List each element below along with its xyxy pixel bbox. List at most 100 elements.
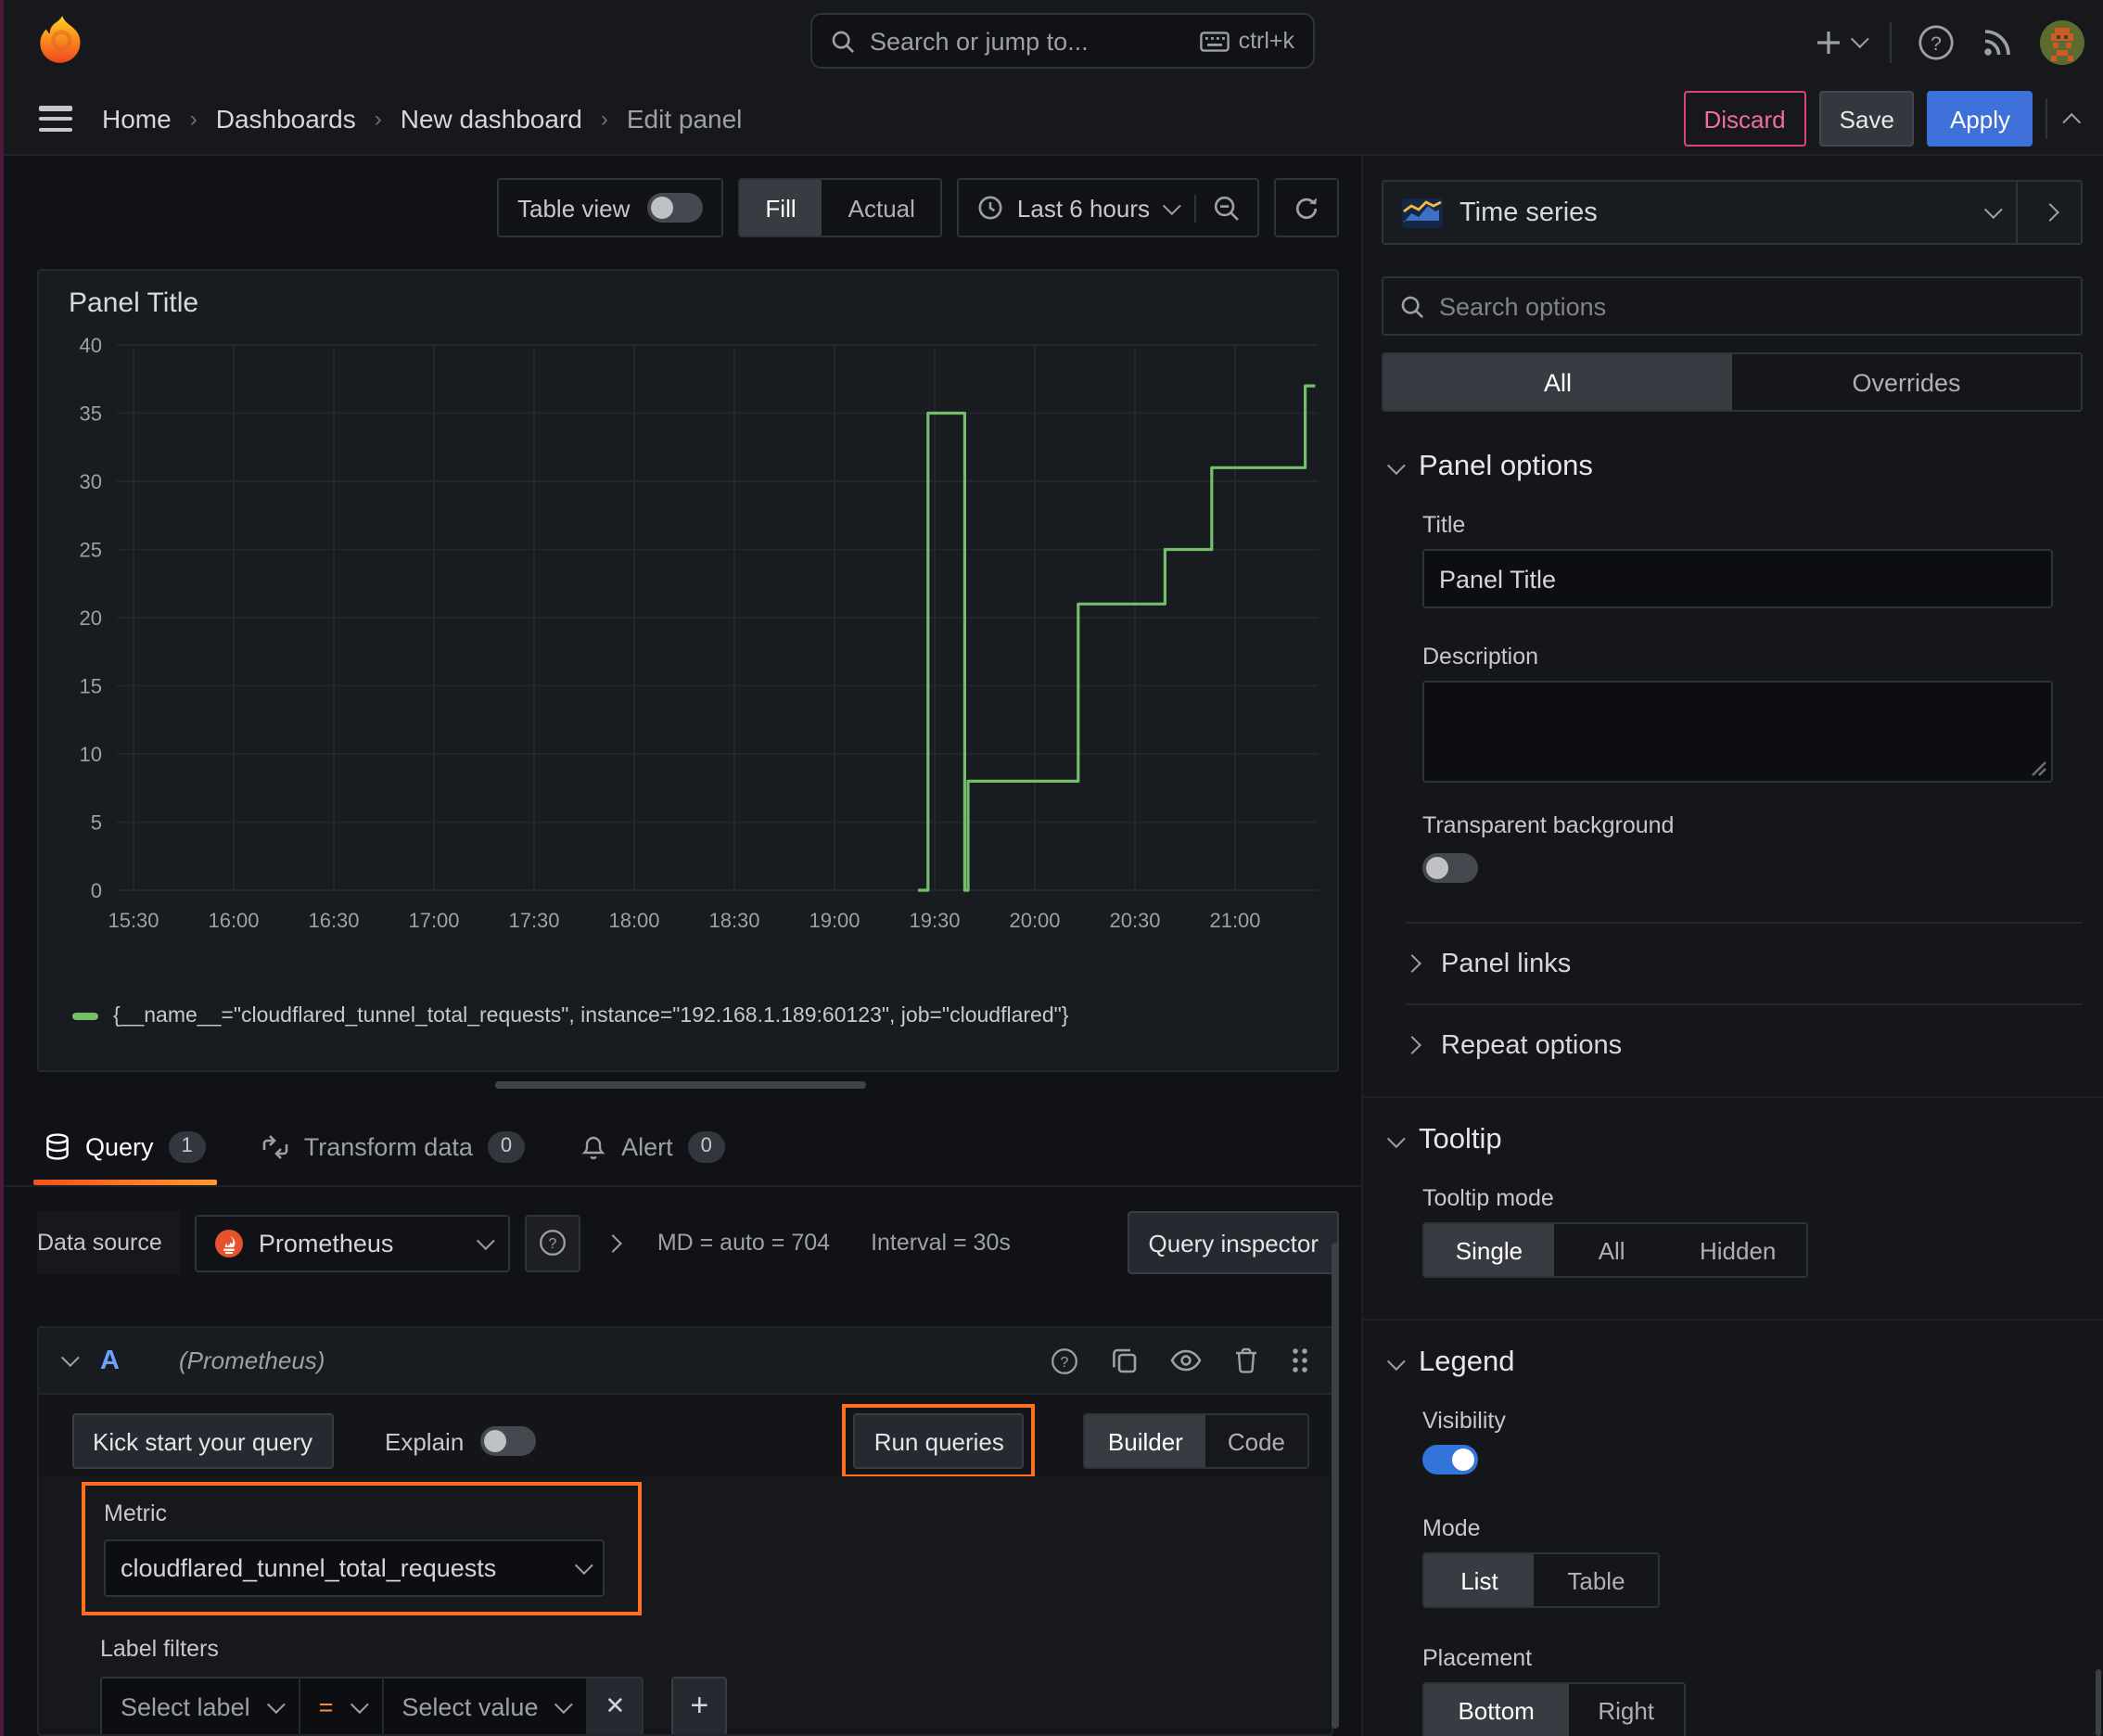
new-menu-button[interactable] [1816,29,1869,55]
tooltip-mode-all[interactable]: All [1554,1224,1670,1276]
legend-placement-right[interactable]: Right [1568,1684,1684,1736]
svg-text:35: 35 [80,402,102,426]
database-icon [46,1132,69,1159]
pane-resize-handle[interactable] [495,1081,866,1089]
duplicate-query-icon[interactable] [1111,1347,1139,1374]
table-view-label: Table view [517,194,631,222]
legend-placement-segmented: Bottom Right [1422,1682,1686,1736]
table-view-toggle[interactable]: Table view [497,178,723,237]
breadcrumb-home[interactable]: Home [102,104,172,134]
select-value-dropdown[interactable]: Select value [383,1679,589,1734]
news-rss-button[interactable] [1981,25,2014,58]
divider [2046,98,2047,139]
legend-visibility-switch[interactable] [1422,1445,1478,1474]
add-filter-button[interactable]: + [671,1677,728,1734]
legend-placement-label: Placement [1422,1645,1533,1671]
code-option[interactable]: Code [1205,1415,1307,1467]
kick-start-query-button[interactable]: Kick start your query [72,1413,333,1469]
table-view-switch[interactable] [646,193,703,223]
explain-switch[interactable] [480,1426,537,1456]
query-builder-body: Metric cloudflared_tunnel_total_requests… [41,1476,1330,1734]
svg-text:16:30: 16:30 [308,909,359,932]
svg-text:25: 25 [80,539,102,562]
delete-query-trash-icon[interactable] [1233,1347,1259,1374]
help-button[interactable]: ? [1918,23,1955,60]
expand-options-chevron[interactable] [604,1233,623,1252]
tab-query[interactable]: Query 1 [33,1107,217,1185]
collapse-header-button[interactable] [2062,111,2082,131]
discard-button[interactable]: Discard [1683,91,1806,147]
run-queries-button[interactable]: Run queries [853,1413,1025,1469]
transparent-background-switch[interactable] [1422,853,1478,883]
panel-title-input[interactable]: Panel Title [1422,549,2053,608]
tab-transform-data[interactable]: Transform data 0 [250,1107,536,1185]
main-scrollbar-thumb[interactable] [1332,1243,1338,1729]
transform-count-badge: 0 [487,1130,526,1162]
tab-alert[interactable]: Alert 0 [569,1107,736,1185]
chevron-down-icon [574,1556,593,1576]
save-button[interactable]: Save [1818,91,1915,147]
collapse-query-chevron[interactable] [60,1348,80,1368]
metric-select[interactable]: cloudflared_tunnel_total_requests [104,1539,605,1597]
datasource-picker[interactable]: Prometheus [195,1214,511,1271]
refresh-button[interactable] [1274,178,1339,237]
query-row-header[interactable]: A (Prometheus) ? [39,1328,1332,1395]
menu-toggle-button[interactable] [39,106,72,132]
disable-query-eye-icon[interactable] [1170,1348,1202,1372]
series-legend-label[interactable]: {__name__="cloudflared_tunnel_total_requ… [113,1005,1068,1028]
panel-options-section-header[interactable]: Panel options [1386,451,2083,484]
tooltip-mode-hidden[interactable]: Hidden [1669,1224,1806,1276]
remove-filter-button[interactable]: ✕ [588,1679,643,1734]
plus-icon [1817,31,1840,53]
description-textarea[interactable] [1422,681,2053,783]
tooltip-mode-single[interactable]: Single [1424,1224,1554,1276]
breadcrumb-dashboards[interactable]: Dashboards [216,104,356,134]
search-icon [1401,295,1424,318]
description-label: Description [1422,644,1539,670]
legend-mode-list[interactable]: List [1424,1554,1535,1606]
options-scrollbar-thumb[interactable] [2095,1669,2101,1736]
legend-placement-bottom[interactable]: Bottom [1424,1684,1569,1736]
apply-button[interactable]: Apply [1927,91,2033,147]
repeat-options-section[interactable]: Repeat options [1403,1005,2083,1085]
query-options-summary[interactable]: MD = auto = 704 Interval = 30s [657,1230,1011,1256]
time-range-picker: Last 6 hours [957,178,1259,237]
datasource-label: Data source [37,1211,181,1274]
options-search-placeholder: Search options [1439,292,1607,320]
tab-overrides[interactable]: Overrides [1732,354,2081,410]
visualization-select[interactable]: Time series [1383,182,2016,243]
explain-label: Explain [385,1427,465,1455]
datasource-help-button[interactable]: ? [525,1214,581,1271]
fill-option[interactable]: Fill [739,180,822,236]
breadcrumb-new-dashboard[interactable]: New dashboard [401,104,582,134]
toggle-pane-button[interactable] [2016,182,2081,243]
operator-dropdown[interactable]: = [300,1679,384,1734]
drag-query-grip-icon[interactable] [1291,1347,1309,1374]
svg-text:15:30: 15:30 [108,909,159,932]
prometheus-icon [215,1229,244,1257]
legend-section-header[interactable]: Legend [1386,1347,2083,1380]
options-search-input[interactable]: Search options [1382,276,2083,336]
select-label-dropdown[interactable]: Select label [102,1679,300,1734]
query-help-icon[interactable]: ? [1050,1346,1079,1375]
tab-all[interactable]: All [1383,354,1732,410]
zoom-out-time-button[interactable] [1194,194,1257,222]
query-inspector-button[interactable]: Query inspector [1128,1211,1339,1274]
global-search-input[interactable]: Search or jump to... ctrl+k [810,13,1315,69]
user-avatar[interactable] [2040,19,2084,64]
svg-text:16:00: 16:00 [208,909,259,932]
time-range-button[interactable]: Last 6 hours [960,180,1194,236]
grafana-logo-icon[interactable] [37,15,85,67]
panel-links-section[interactable]: Panel links [1403,924,2083,1003]
alert-count-badge: 0 [687,1130,725,1162]
explain-toggle[interactable]: Explain [385,1426,537,1456]
builder-option[interactable]: Builder [1085,1415,1205,1467]
tooltip-section-header[interactable]: Tooltip [1386,1124,2083,1157]
legend-mode-table[interactable]: Table [1535,1554,1658,1606]
timeseries-chart[interactable]: 0 5 10 15 20 25 30 35 40 15:30 16:00 16:30 17:00 17:3… [50,330,1330,1003]
actual-option[interactable]: Actual [822,180,941,236]
chart-legend[interactable]: {__name__="cloudflared_tunnel_total_requ… [72,1005,1068,1028]
panel-title: Panel Title [69,287,199,319]
svg-text:15: 15 [80,675,102,698]
resize-handle-icon[interactable] [2031,760,2047,777]
